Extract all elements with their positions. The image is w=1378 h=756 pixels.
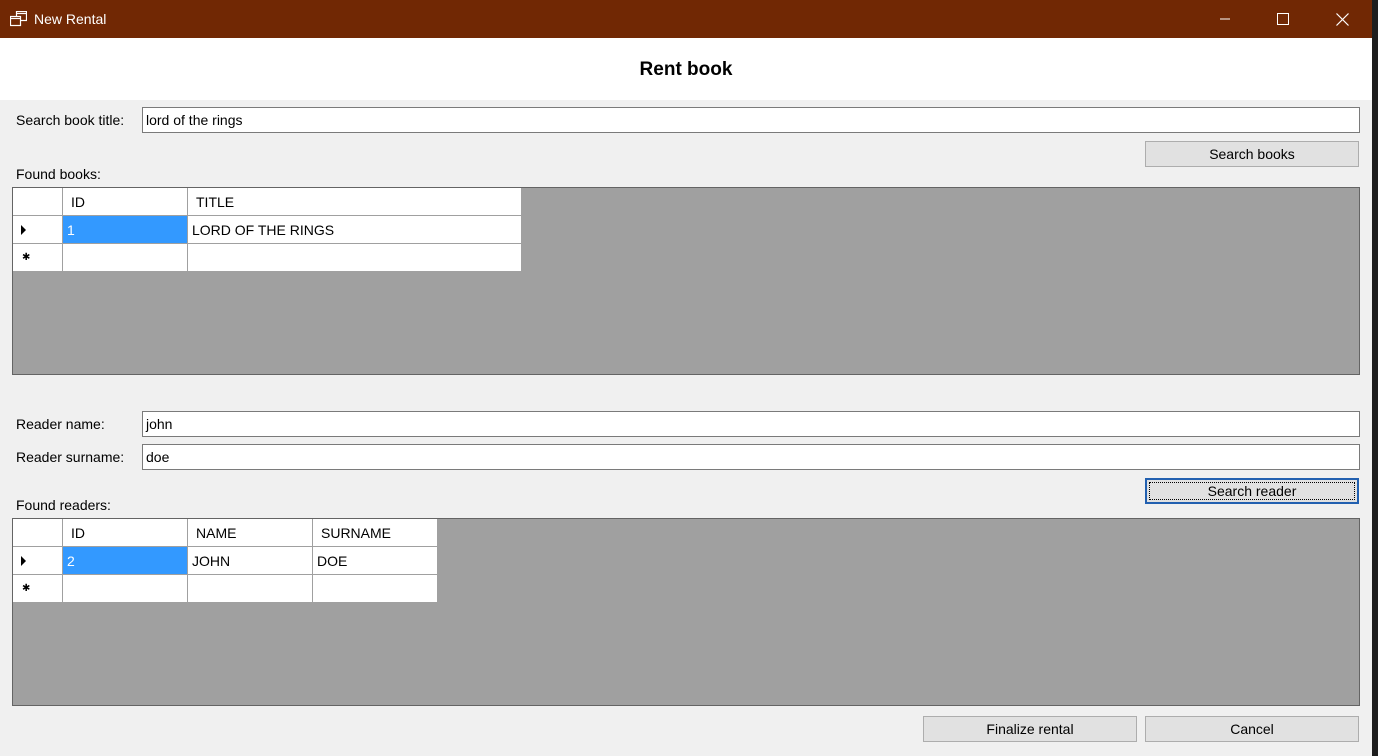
table-row[interactable]: 1 LORD OF THE RINGS: [13, 216, 522, 244]
close-button[interactable]: [1313, 0, 1371, 38]
minimize-icon: [1220, 18, 1230, 20]
empty-cell[interactable]: [63, 575, 188, 603]
reader-name-input[interactable]: john: [142, 411, 1360, 437]
minimize-button[interactable]: [1196, 0, 1254, 38]
maximize-icon: [1277, 13, 1289, 25]
books-grid-header: ID TITLE: [13, 188, 522, 216]
cancel-button[interactable]: Cancel: [1145, 716, 1359, 742]
column-header-surname[interactable]: SURNAME: [313, 519, 438, 547]
close-icon: [1335, 12, 1349, 26]
empty-cell[interactable]: [188, 575, 313, 603]
new-row-asterisk-icon: ✱: [22, 251, 31, 263]
new-row-asterisk-icon: ✱: [22, 582, 31, 594]
found-books-label: Found books:: [16, 166, 101, 182]
current-row-arrow-icon: [21, 224, 26, 235]
empty-cell[interactable]: [63, 244, 188, 272]
reader-name-cell[interactable]: JOHN: [188, 547, 313, 575]
window-restore-icon: [10, 11, 27, 27]
row-header[interactable]: [13, 547, 63, 575]
title-bar: New Rental: [0, 0, 1372, 38]
window-title: New Rental: [34, 11, 107, 27]
book-id-cell[interactable]: 1: [63, 216, 188, 244]
reader-surname-label: Reader surname:: [16, 449, 125, 465]
new-row[interactable]: ✱: [13, 575, 438, 603]
reader-surname-input[interactable]: doe: [142, 444, 1360, 470]
finalize-rental-button[interactable]: Finalize rental: [923, 716, 1137, 742]
readers-grid[interactable]: ID NAME SURNAME 2 JOHN DOE ✱: [12, 518, 1360, 706]
search-books-button[interactable]: Search books: [1145, 141, 1359, 167]
column-header-name[interactable]: NAME: [188, 519, 313, 547]
maximize-button[interactable]: [1254, 0, 1312, 38]
readers-grid-header: ID NAME SURNAME: [13, 519, 438, 547]
background-desktop-strip: [1372, 0, 1378, 756]
new-row[interactable]: ✱: [13, 244, 522, 272]
row-header-corner[interactable]: [13, 519, 63, 547]
row-header-corner[interactable]: [13, 188, 63, 216]
books-grid[interactable]: ID TITLE 1 LORD OF THE RINGS ✱: [12, 187, 1360, 375]
row-header[interactable]: [13, 216, 63, 244]
row-header[interactable]: ✱: [13, 575, 63, 603]
current-row-arrow-icon: [21, 555, 26, 566]
reader-name-label: Reader name:: [16, 416, 105, 432]
column-header-id[interactable]: ID: [63, 188, 188, 216]
table-row[interactable]: 2 JOHN DOE: [13, 547, 438, 575]
new-rental-window: New Rental Rent book Search book title: …: [0, 0, 1372, 756]
row-header[interactable]: ✱: [13, 244, 63, 272]
book-title-input[interactable]: lord of the rings: [142, 107, 1360, 133]
header-panel: Rent book: [0, 38, 1372, 100]
column-header-id[interactable]: ID: [63, 519, 188, 547]
empty-cell[interactable]: [313, 575, 438, 603]
reader-id-cell[interactable]: 2: [63, 547, 188, 575]
book-title-cell[interactable]: LORD OF THE RINGS: [188, 216, 522, 244]
reader-surname-cell[interactable]: DOE: [313, 547, 438, 575]
search-book-title-label: Search book title:: [16, 112, 125, 128]
page-title: Rent book: [639, 59, 733, 80]
column-header-title[interactable]: TITLE: [188, 188, 522, 216]
found-readers-label: Found readers:: [16, 497, 111, 513]
search-reader-button[interactable]: Search reader: [1145, 478, 1359, 504]
empty-cell[interactable]: [188, 244, 522, 272]
